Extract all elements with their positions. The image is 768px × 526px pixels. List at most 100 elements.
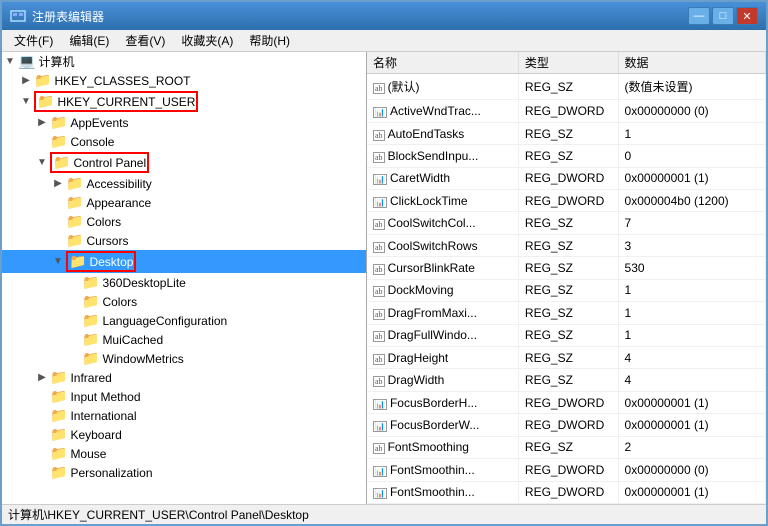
expand-icon[interactable]: ▶ xyxy=(50,178,66,189)
cell-type: REG_DWORD xyxy=(518,459,618,481)
reg-dword-icon: 📊 xyxy=(373,107,387,118)
table-row[interactable]: 📊CaretWidth REG_DWORD 0x00000001 (1) xyxy=(367,167,766,189)
tree-label-keyboard: Keyboard xyxy=(70,428,366,442)
tree-item-desktopcolors[interactable]: 📁Colors xyxy=(2,292,366,311)
menu-item[interactable]: 帮助(H) xyxy=(241,30,298,51)
table-row[interactable]: abDragHeight REG_SZ 4 xyxy=(367,347,766,369)
minimize-button[interactable]: — xyxy=(688,7,710,25)
tree-label-appevents: AppEvents xyxy=(70,116,366,130)
status-text: 计算机\HKEY_CURRENT_USER\Control Panel\Desk… xyxy=(8,506,309,523)
table-row[interactable]: abDragFromMaxi... REG_SZ 1 xyxy=(367,302,766,324)
cell-name: 📊ClickLockTime xyxy=(367,190,518,212)
tree-item-personalization[interactable]: 📁Personalization xyxy=(2,463,366,482)
table-row[interactable]: abDockMoving REG_SZ 1 xyxy=(367,279,766,301)
tree-item-desktop[interactable]: ▼ 📁 Desktop xyxy=(2,250,366,273)
cell-name: 📊CaretWidth xyxy=(367,167,518,189)
tree-item-colors[interactable]: 📁Colors xyxy=(2,212,366,231)
collapse-icon[interactable]: ▼ xyxy=(2,56,18,67)
right-panel: 名称 类型 数据 ab(默认) REG_SZ (数值未设置) 📊ActiveWn… xyxy=(367,52,766,504)
tree-item-hkcr[interactable]: ▶📁HKEY_CLASSES_ROOT xyxy=(2,71,366,90)
cell-type: REG_SZ xyxy=(518,234,618,256)
cell-data: 0x00000001 (1) xyxy=(618,391,765,413)
table-row[interactable]: 📊ClickLockTime REG_DWORD 0x000004b0 (120… xyxy=(367,190,766,212)
tree-item-infrared[interactable]: ▶📁Infrared xyxy=(2,368,366,387)
table-row[interactable]: abBlockSendInpu... REG_SZ 0 xyxy=(367,145,766,167)
cell-data: 4 xyxy=(618,347,765,369)
table-row[interactable]: abDragFullWindo... REG_SZ 1 xyxy=(367,324,766,346)
table-row[interactable]: abDragWidth REG_SZ 4 xyxy=(367,369,766,391)
cell-type: REG_SZ xyxy=(518,436,618,458)
tree-item-accessibility[interactable]: ▶📁Accessibility xyxy=(2,174,366,193)
collapse-icon[interactable]: ▼ xyxy=(34,157,50,168)
menu-item[interactable]: 编辑(E) xyxy=(61,30,117,51)
cell-name: abAutoEndTasks xyxy=(367,122,518,144)
table-row[interactable]: abCoolSwitchRows REG_SZ 3 xyxy=(367,234,766,256)
reg-sz-icon: ab xyxy=(373,443,385,454)
table-row[interactable]: 📊FontSmoothin... REG_DWORD 0x00000001 (1… xyxy=(367,481,766,503)
reg-sz-icon: ab xyxy=(373,242,385,253)
table-row[interactable]: 📊FocusBorderH... REG_DWORD 0x00000001 (1… xyxy=(367,391,766,413)
folder-icon: 📁 xyxy=(53,154,70,171)
folder-icon: 📁 xyxy=(37,93,54,110)
tree-item-windowmetrics[interactable]: 📁WindowMetrics xyxy=(2,349,366,368)
reg-dword-icon: 📊 xyxy=(373,421,387,432)
tree-item-keyboard[interactable]: 📁Keyboard xyxy=(2,425,366,444)
table-row[interactable]: abAutoEndTasks REG_SZ 1 xyxy=(367,122,766,144)
title-text: 注册表编辑器 xyxy=(32,8,688,25)
tree-item-mouse[interactable]: 📁Mouse xyxy=(2,444,366,463)
cell-name: abDragFromMaxi... xyxy=(367,302,518,324)
menu-item[interactable]: 文件(F) xyxy=(6,30,61,51)
table-row[interactable]: abFontSmoothing REG_SZ 2 xyxy=(367,436,766,458)
cell-type: REG_DWORD xyxy=(518,167,618,189)
window-controls: — □ ✕ xyxy=(688,7,758,25)
cell-data: 0x00000001 (1) xyxy=(618,481,765,503)
table-row[interactable]: 📊FontSmoothin... REG_DWORD 0x00000000 (0… xyxy=(367,459,766,481)
tree-item-inputmethod[interactable]: 📁Input Method xyxy=(2,387,366,406)
tree-item-international[interactable]: 📁International xyxy=(2,406,366,425)
red-outline-controlpanel: 📁 Control Panel xyxy=(50,152,149,173)
tree-item-cursors[interactable]: 📁Cursors xyxy=(2,231,366,250)
tree-panel[interactable]: ▼💻计算机▶📁HKEY_CLASSES_ROOT▼ 📁 HKEY_CURRENT… xyxy=(2,52,367,504)
menu-item[interactable]: 收藏夹(A) xyxy=(173,30,241,51)
reg-sz-icon: ab xyxy=(373,309,385,320)
expand-icon[interactable]: ▶ xyxy=(34,117,50,128)
cell-data: 4 xyxy=(618,369,765,391)
tree-item-hkcu[interactable]: ▼ 📁 HKEY_CURRENT_USER xyxy=(2,90,366,113)
folder-icon: 📁 xyxy=(82,274,99,291)
tree-item-computer[interactable]: ▼💻计算机 xyxy=(2,52,366,71)
cell-type: REG_SZ xyxy=(518,302,618,324)
close-button[interactable]: ✕ xyxy=(736,7,758,25)
table-row[interactable]: ab(默认) REG_SZ (数值未设置) xyxy=(367,74,766,100)
tree-item-controlpanel[interactable]: ▼ 📁 Control Panel xyxy=(2,151,366,174)
tree-item-desktoplite[interactable]: 📁360DesktopLite xyxy=(2,273,366,292)
table-row[interactable]: abCoolSwitchCol... REG_SZ 7 xyxy=(367,212,766,234)
tree-item-appevents[interactable]: ▶📁AppEvents xyxy=(2,113,366,132)
tree-item-muicached[interactable]: 📁MuiCached xyxy=(2,330,366,349)
cell-type: REG_SZ xyxy=(518,347,618,369)
tree-item-appearance[interactable]: 📁Appearance xyxy=(2,193,366,212)
tree-item-langconfig[interactable]: 📁LanguageConfiguration xyxy=(2,311,366,330)
cell-data: 1 xyxy=(618,324,765,346)
table-row[interactable]: 📊ActiveWndTrac... REG_DWORD 0x00000000 (… xyxy=(367,100,766,122)
cell-data: 0x00000000 (0) xyxy=(618,459,765,481)
cell-name: abCoolSwitchCol... xyxy=(367,212,518,234)
tree-label-accessibility: Accessibility xyxy=(86,177,366,191)
cell-type: REG_SZ xyxy=(518,74,618,100)
cell-name: 📊FontSmoothin... xyxy=(367,481,518,503)
cell-name: abDragHeight xyxy=(367,347,518,369)
table-row[interactable]: abCursorBlinkRate REG_SZ 530 xyxy=(367,257,766,279)
tree-label-colors: Colors xyxy=(86,215,366,229)
restore-button[interactable]: □ xyxy=(712,7,734,25)
cell-name: abDockMoving xyxy=(367,279,518,301)
expand-icon[interactable]: ▶ xyxy=(18,75,34,86)
menu-item[interactable]: 查看(V) xyxy=(117,30,173,51)
expand-icon[interactable]: ▶ xyxy=(34,372,50,383)
cell-type: REG_DWORD xyxy=(518,100,618,122)
collapse-icon[interactable]: ▼ xyxy=(50,256,66,267)
tree-item-console[interactable]: 📁Console xyxy=(2,132,366,151)
cell-data: 2 xyxy=(618,436,765,458)
main-content: ▼💻计算机▶📁HKEY_CLASSES_ROOT▼ 📁 HKEY_CURRENT… xyxy=(2,52,766,504)
table-row[interactable]: 📊FocusBorderW... REG_DWORD 0x00000001 (1… xyxy=(367,414,766,436)
folder-icon: 📁 xyxy=(50,369,67,386)
collapse-icon[interactable]: ▼ xyxy=(18,96,34,107)
